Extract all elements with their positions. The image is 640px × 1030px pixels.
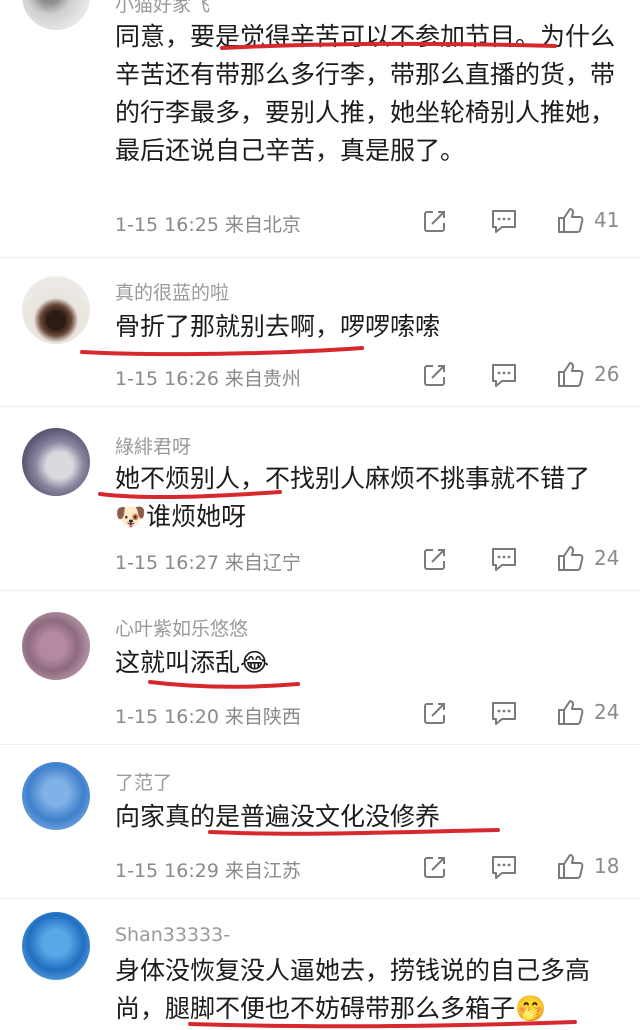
comment-location: 来自辽宁 <box>224 552 301 574</box>
reply-button[interactable] <box>490 208 518 234</box>
comment-location: 来自北京 <box>224 214 301 236</box>
like-icon <box>558 546 584 571</box>
comment-text: 向家真的是普遍没文化没修养 <box>115 802 441 831</box>
share-button[interactable] <box>422 362 448 388</box>
like-icon <box>558 700 584 725</box>
likes-count: 24 <box>594 700 620 724</box>
comment-time: 1-15 16:29 <box>115 860 219 882</box>
comment-username[interactable]: 了范了 <box>115 768 172 795</box>
comment-meta: 1-15 16:26 来自贵州 <box>115 364 301 391</box>
share-button[interactable] <box>422 546 448 572</box>
comment-text: 同意，要是觉得辛苦可以不参加节目。为什么辛苦还有带那么多行李，带那么直播的货，带… <box>115 22 616 165</box>
comment-meta: 1-15 16:25 来自北京 <box>115 210 301 237</box>
avatar[interactable] <box>22 276 90 344</box>
reply-button[interactable] <box>490 854 518 880</box>
comment-icon <box>492 210 516 233</box>
like-button[interactable]: 41 <box>556 206 619 234</box>
reply-button[interactable] <box>490 362 518 388</box>
share-icon <box>424 857 445 878</box>
comment-username[interactable]: 小猫好家飞 <box>115 0 210 17</box>
share-button[interactable] <box>422 700 448 726</box>
share-icon <box>424 549 445 570</box>
like-button[interactable]: 24 <box>556 698 619 726</box>
comment-time: 1-15 16:26 <box>115 368 219 390</box>
comment-username[interactable]: 真的很蓝的啦 <box>115 278 229 305</box>
comment-time: 1-15 16:20 <box>115 706 219 728</box>
likes-count: 41 <box>594 208 620 232</box>
avatar[interactable] <box>22 428 90 496</box>
divider <box>0 744 640 745</box>
like-button[interactable]: 18 <box>556 852 619 880</box>
comment-text: 这就叫添乱😂 <box>115 648 270 677</box>
share-button[interactable] <box>422 208 448 234</box>
comment-icon <box>492 364 516 387</box>
divider <box>0 590 640 591</box>
like-button[interactable]: 26 <box>556 360 619 388</box>
comment-icon <box>492 702 516 725</box>
avatar[interactable] <box>22 912 90 980</box>
like-icon <box>558 362 584 387</box>
divider <box>0 257 640 258</box>
divider <box>0 898 640 899</box>
share-button[interactable] <box>422 854 448 880</box>
comment-time: 1-15 16:27 <box>115 552 219 574</box>
likes-count: 26 <box>594 362 620 386</box>
likes-count: 18 <box>594 854 620 878</box>
comment-location: 来自陕西 <box>224 706 301 728</box>
comment-icon <box>492 856 516 879</box>
comment-username[interactable]: 心叶紫如乐悠悠 <box>115 614 248 641</box>
comment-time: 1-15 16:25 <box>115 214 219 236</box>
comment-meta: 1-15 16:20 来自陕西 <box>115 702 301 729</box>
like-icon <box>558 854 584 879</box>
like-button[interactable]: 24 <box>556 544 619 572</box>
comment-username[interactable]: 綠緋君呀 <box>115 432 191 459</box>
comment-meta: 1-15 16:27 来自辽宁 <box>115 548 301 575</box>
likes-count: 24 <box>594 546 620 570</box>
avatar[interactable] <box>22 762 90 830</box>
reply-button[interactable] <box>490 700 518 726</box>
comment-meta: 1-15 16:29 来自江苏 <box>115 856 301 883</box>
comment-text: 她不烦别人，不找别人麻烦不挑事就不错了🐶谁烦她呀 <box>115 464 591 531</box>
share-icon <box>424 703 445 724</box>
avatar[interactable] <box>22 0 90 30</box>
comment-location: 来自江苏 <box>224 860 301 882</box>
like-icon <box>558 208 584 233</box>
share-icon <box>424 211 445 232</box>
comment-text: 骨折了那就别去啊，啰啰嗦嗦 <box>115 312 441 341</box>
comment-location: 来自贵州 <box>224 368 301 390</box>
avatar[interactable] <box>22 612 90 680</box>
reply-button[interactable] <box>490 546 518 572</box>
comment-username[interactable]: Shan33333- <box>115 924 230 946</box>
comment-icon <box>492 548 516 571</box>
comment-text: 身体没恢复没人逼她去，捞钱说的自己多高尚，腿脚不便也不妨碍带那么多箱子🤭 <box>115 956 591 1023</box>
share-icon <box>424 365 445 386</box>
divider <box>0 406 640 407</box>
